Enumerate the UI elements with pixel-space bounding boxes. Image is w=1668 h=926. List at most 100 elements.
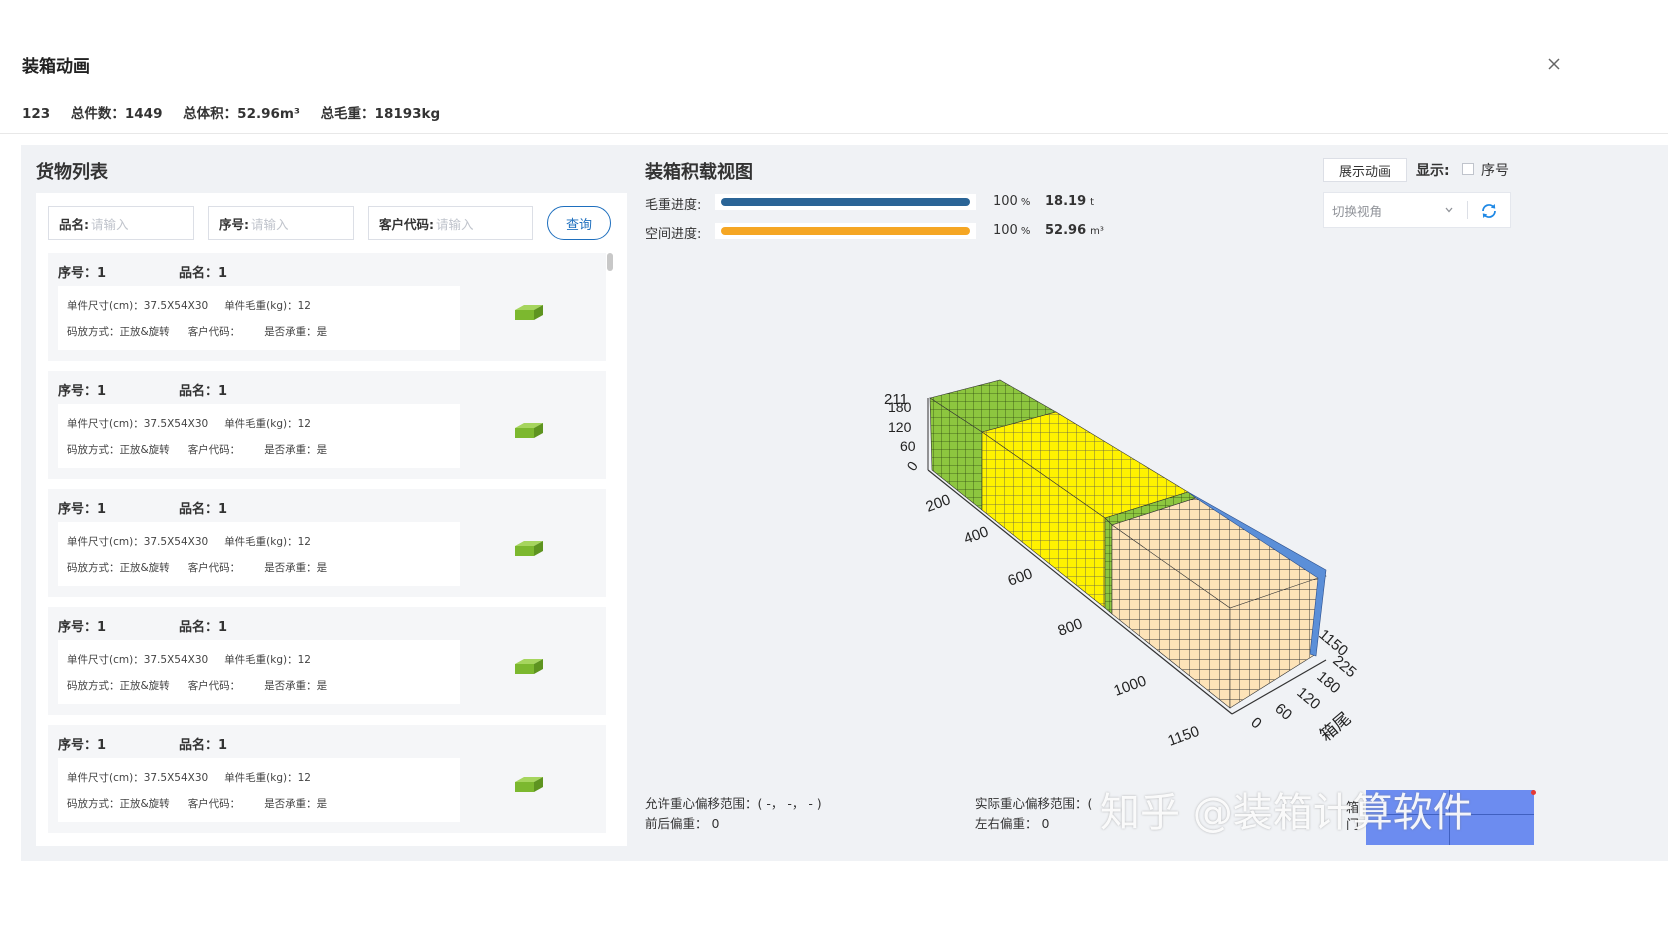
- summary-bar: 123 总件数：1449 总体积：52.96m³ 总毛重：18193kg: [22, 102, 456, 122]
- cargo-box-icon: [515, 541, 543, 556]
- show-animation-button[interactable]: 展示动画: [1323, 158, 1407, 182]
- space-progress-value: 52.96 m³: [1045, 223, 1104, 238]
- customer-code-filter-label: 客户代码:: [379, 216, 434, 232]
- refresh-icon[interactable]: [1479, 201, 1499, 221]
- item-size: 单件尺寸(cm)：37.5X54X30: [67, 772, 209, 784]
- total-count: 总件数：1449: [70, 106, 163, 122]
- left-right-offset: 左右偏重： 0: [975, 816, 1050, 831]
- item-seq: 序号：1: [58, 738, 107, 753]
- weight-progress-label: 毛重进度:: [645, 198, 702, 213]
- item-detail: 单件尺寸(cm)：37.5X54X30 单件毛重(kg)：12 码放方式：正放&旋…: [58, 522, 460, 586]
- header-divider: [0, 133, 1668, 134]
- front-rear-offset: 前后偏重： 0: [645, 816, 720, 831]
- height-tick-180: 180: [888, 399, 912, 415]
- item-stack-mode: 码放方式：正放&旋转: [67, 562, 170, 574]
- item-name: 品名：1: [179, 620, 228, 635]
- item-detail: 单件尺寸(cm)：37.5X54X30 单件毛重(kg)：12 码放方式：正放&旋…: [58, 286, 460, 350]
- list-scrollbar[interactable]: [607, 253, 613, 271]
- item-load-bearing: 是否承重：是: [264, 562, 328, 574]
- far-length-tick: 1150: [1315, 626, 1351, 660]
- cargo-list-title: 货物列表: [36, 162, 108, 183]
- height-tick-0: 0: [903, 458, 921, 474]
- close-icon[interactable]: [1544, 54, 1564, 74]
- item-stack-mode: 码放方式：正放&旋转: [67, 326, 170, 338]
- total-weight: 总毛重：18193kg: [320, 106, 441, 122]
- item-stack-mode: 码放方式：正放&旋转: [67, 680, 170, 692]
- view-controls: 切换视角: [1323, 192, 1511, 228]
- width-tick-120: 120: [1293, 684, 1323, 713]
- length-tick-800: 800: [1056, 615, 1085, 640]
- height-tick-60: 60: [900, 438, 916, 454]
- seq-filter-label: 序号:: [219, 216, 249, 232]
- red-dot-icon: [1531, 790, 1536, 795]
- item-seq: 序号：1: [58, 620, 107, 635]
- item-name: 品名：1: [179, 502, 228, 517]
- item-detail: 单件尺寸(cm)：37.5X54X30 单件毛重(kg)：12 码放方式：正放&旋…: [58, 758, 460, 822]
- weight-progress-value: 18.19 t: [1045, 194, 1094, 209]
- width-tick-0: 0: [1247, 714, 1264, 732]
- item-load-bearing: 是否承重：是: [264, 680, 328, 692]
- list-item[interactable]: 序号：1 品名：1 单件尺寸(cm)：37.5X54X30 单件毛重(kg)：12…: [48, 253, 606, 361]
- query-button[interactable]: 查询: [547, 206, 611, 240]
- space-unit: m³: [1090, 226, 1104, 237]
- length-tick-200: 200: [924, 491, 953, 516]
- weight-progress-fill: [721, 198, 970, 206]
- cargo-box-icon: [515, 659, 543, 674]
- length-tick-1150: 1150: [1166, 723, 1202, 750]
- item-weight: 单件毛重(kg)：12: [224, 772, 311, 784]
- item-stack-mode: 码放方式：正放&旋转: [67, 798, 170, 810]
- item-weight: 单件毛重(kg)：12: [224, 536, 311, 548]
- cargo-block-green2-side: [1104, 517, 1113, 615]
- name-filter-input[interactable]: 品名: 请输入: [48, 206, 194, 240]
- cargo-box-icon: [515, 423, 543, 438]
- item-size: 单件尺寸(cm)：37.5X54X30: [67, 418, 209, 430]
- rear-label: 箱尾: [1316, 709, 1354, 745]
- item-size: 单件尺寸(cm)：37.5X54X30: [67, 536, 209, 548]
- item-customer-code: 客户代码：: [187, 680, 241, 692]
- space-progress-percent: 100%: [993, 223, 1030, 238]
- item-weight: 单件毛重(kg)：12: [224, 418, 311, 430]
- item-weight: 单件毛重(kg)：12: [224, 300, 311, 312]
- name-filter-placeholder: 请输入: [91, 216, 129, 232]
- length-tick-1000: 1000: [1112, 672, 1149, 699]
- item-name: 品名：1: [179, 738, 228, 753]
- view-angle-select[interactable]: 切换视角: [1324, 193, 1464, 227]
- chevron-down-icon: [1445, 207, 1453, 213]
- space-percent-unit: %: [1020, 226, 1031, 237]
- space-progress-bar: [715, 223, 976, 239]
- seq-filter-input[interactable]: 序号: 请输入: [208, 206, 354, 240]
- allowed-cg-range: 允许重心偏移范围：( -， -， - ): [645, 796, 822, 811]
- seq-checkbox[interactable]: [1462, 163, 1474, 175]
- weight-progress-bar: [715, 194, 976, 210]
- weight-unit: t: [1090, 197, 1095, 208]
- item-seq: 序号：1: [58, 266, 107, 281]
- weight-percent-value: 100: [993, 194, 1018, 209]
- item-seq: 序号：1: [58, 384, 107, 399]
- list-item[interactable]: 序号：1 品名：1 单件尺寸(cm)：37.5X54X30 单件毛重(kg)：12…: [48, 607, 606, 715]
- cargo-list[interactable]: 序号：1 品名：1 单件尺寸(cm)：37.5X54X30 单件毛重(kg)：12…: [48, 253, 606, 846]
- item-seq: 序号：1: [58, 502, 107, 517]
- order-id: 123: [22, 106, 51, 122]
- list-item[interactable]: 序号：1 品名：1 单件尺寸(cm)：37.5X54X30 单件毛重(kg)：12…: [48, 371, 606, 479]
- list-item[interactable]: 序号：1 品名：1 单件尺寸(cm)：37.5X54X30 单件毛重(kg)：12…: [48, 725, 606, 833]
- item-load-bearing: 是否承重：是: [264, 444, 328, 456]
- item-load-bearing: 是否承重：是: [264, 798, 328, 810]
- load-view-title: 装箱积载视图: [645, 162, 753, 183]
- width-tick-60: 60: [1271, 700, 1295, 724]
- actual-cg-range: 实际重心偏移范围：(: [975, 796, 1093, 811]
- seq-filter-placeholder: 请输入: [251, 216, 289, 232]
- weight-progress-percent: 100%: [993, 194, 1030, 209]
- space-percent-value: 100: [993, 223, 1018, 238]
- customer-code-filter-input[interactable]: 客户代码: 请输入: [368, 206, 533, 240]
- space-progress-label: 空间进度:: [645, 227, 702, 242]
- height-tick-120: 120: [888, 419, 912, 435]
- item-detail: 单件尺寸(cm)：37.5X54X30 单件毛重(kg)：12 码放方式：正放&旋…: [58, 640, 460, 704]
- dialog-title: 装箱动画: [22, 57, 90, 77]
- item-load-bearing: 是否承重：是: [264, 326, 328, 338]
- list-item[interactable]: 序号：1 品名：1 单件尺寸(cm)：37.5X54X30 单件毛重(kg)：12…: [48, 489, 606, 597]
- seq-checkbox-label[interactable]: 序号: [1481, 160, 1509, 180]
- item-customer-code: 客户代码：: [187, 444, 241, 456]
- name-filter-label: 品名:: [59, 216, 89, 232]
- container-3d-view[interactable]: 211 180 120 60 0 200 400 600 800 1000 11…: [870, 370, 1390, 770]
- length-tick-600: 600: [1006, 565, 1035, 590]
